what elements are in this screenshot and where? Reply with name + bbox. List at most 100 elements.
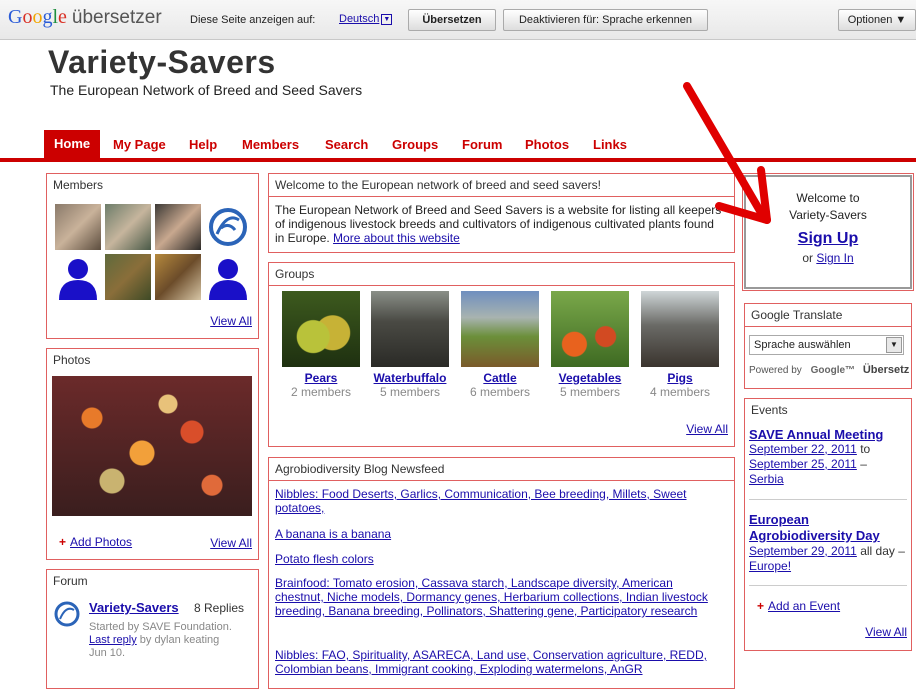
forum-last-reply: Last reply by dylan keating (89, 634, 219, 646)
forum-topic-link[interactable]: Variety-Savers (89, 600, 179, 615)
group-waterbuffalo[interactable]: Waterbuffalo 5 members (370, 291, 450, 399)
members-view-all-link[interactable]: View All (210, 314, 252, 328)
nav-photos[interactable]: Photos (525, 137, 569, 152)
google-translate-widget: Google Translate Sprache auswählen ▼ Pow… (744, 303, 912, 389)
last-reply-by: by dylan keating (139, 634, 220, 646)
group-name[interactable]: Pigs (640, 371, 720, 385)
add-photos[interactable]: + Add Photos (59, 535, 132, 549)
translate-button[interactable]: Übersetzen (408, 9, 496, 31)
events-box: Events SAVE Annual Meeting September 22,… (744, 398, 912, 651)
jars-photo[interactable] (52, 376, 252, 516)
blog-item[interactable]: Brainfood: Tomato erosion, Cassava starc… (275, 576, 715, 618)
red-arrow-annotation (683, 82, 771, 224)
add-event[interactable]: + Add an Event (757, 599, 840, 613)
nav-links[interactable]: Links (593, 137, 627, 152)
member-avatar[interactable] (155, 204, 201, 250)
group-pigs[interactable]: Pigs 4 members (640, 291, 720, 399)
blog-title: Agrobiodiversity Blog Newsfeed (269, 458, 734, 481)
member-avatar[interactable] (55, 204, 101, 250)
disable-translate-button[interactable]: Deaktivieren für: Sprache erkennen (503, 9, 708, 31)
language-dropdown[interactable]: Deutsch ▼ (339, 13, 393, 25)
default-avatar-icon[interactable] (55, 254, 101, 300)
language-link[interactable]: Deutsch (339, 13, 379, 25)
event-item: European Agrobiodiversity Day September … (749, 512, 909, 574)
waterbuffalo-image[interactable] (371, 291, 449, 367)
events-view-all-link[interactable]: View All (865, 625, 907, 639)
add-photos-link[interactable]: Add Photos (70, 535, 132, 549)
site-tagline: The European Network of Breed and Seed S… (50, 82, 363, 98)
groups-view-all-link[interactable]: View All (686, 422, 728, 436)
event-title-link[interactable]: SAVE Annual Meeting (749, 427, 909, 442)
group-members-count: 4 members (649, 385, 711, 399)
event-divider (749, 585, 907, 586)
add-event-link[interactable]: Add an Event (768, 599, 840, 613)
pigs-image[interactable] (641, 291, 719, 367)
save-foundation-avatar[interactable] (205, 204, 251, 250)
event-start-date[interactable]: September 22, 2011 (749, 442, 857, 456)
save-logo-icon (209, 208, 247, 246)
view-page-in-label: Diese Seite anzeigen auf: (190, 14, 316, 26)
event-to-text: to (860, 442, 871, 456)
google-logo-text: Google™ (810, 365, 856, 376)
vegetables-image[interactable] (551, 291, 629, 367)
member-avatar[interactable] (105, 254, 151, 300)
events-title: Events (751, 403, 788, 417)
blog-item[interactable]: Potato flesh colors (275, 552, 715, 566)
more-about-link[interactable]: More about this website (333, 231, 460, 245)
event-item: SAVE Annual Meeting September 22, 2011 t… (749, 427, 909, 487)
blog-item[interactable]: Nibbles: Food Deserts, Garlics, Communic… (275, 487, 715, 515)
forum-date: Jun 10. (89, 647, 126, 659)
member-avatar[interactable] (155, 254, 201, 300)
group-members-count: 2 members (290, 385, 352, 399)
default-avatar-icon[interactable] (205, 254, 251, 300)
event-location-link[interactable]: Serbia (749, 472, 784, 486)
nav-groups[interactable]: Groups (392, 137, 438, 152)
google-translate-logo: Google übersetzer (8, 6, 162, 28)
nav-members[interactable]: Members (242, 137, 299, 152)
select-arrow-icon[interactable]: ▼ (886, 337, 902, 353)
sign-in-link[interactable]: Sign In (816, 251, 853, 265)
group-members-count: 5 members (379, 385, 441, 399)
forum-started-by: Started by SAVE Foundation. (89, 621, 232, 633)
nav-home[interactable]: Home (44, 130, 101, 158)
photos-view-all-link[interactable]: View All (210, 536, 252, 550)
language-select-value: Sprache auswählen (754, 339, 851, 351)
nav-help[interactable]: Help (189, 137, 217, 152)
nav-forum[interactable]: Forum (462, 137, 502, 152)
group-name[interactable]: Vegetables (550, 371, 630, 385)
forum-title: Forum (53, 574, 88, 588)
members-box: Members View All (46, 173, 259, 339)
translate-text[interactable]: Übersetz (863, 364, 909, 376)
group-cattle[interactable]: Cattle 6 members (460, 291, 540, 399)
powered-by-row: Powered by Google™ Übersetz (749, 364, 909, 376)
group-pears[interactable]: Pears 2 members (281, 291, 361, 399)
language-select[interactable]: Sprache auswählen ▼ (749, 335, 904, 355)
group-name[interactable]: Cattle (460, 371, 540, 385)
nav-search[interactable]: Search (325, 137, 368, 152)
sign-in-row: or Sign In (746, 251, 910, 265)
welcome-title: Welcome to the European network of breed… (269, 174, 734, 197)
welcome-body: The European Network of Breed and Seed S… (275, 203, 725, 245)
google-translate-title: Google Translate (745, 304, 911, 327)
last-reply-link[interactable]: Last reply (89, 634, 137, 646)
blog-item[interactable]: A banana is a banana (275, 527, 715, 541)
plus-icon: + (757, 599, 765, 613)
pears-image[interactable] (282, 291, 360, 367)
nav-my-page[interactable]: My Page (113, 137, 166, 152)
blog-item[interactable]: Nibbles: FAO, Spirituality, ASARECA, Lan… (275, 648, 715, 676)
or-text: or (802, 251, 813, 265)
group-name[interactable]: Pears (281, 371, 361, 385)
member-avatar[interactable] (105, 204, 151, 250)
event-divider (749, 499, 907, 500)
options-button[interactable]: Optionen ▼ (838, 9, 916, 31)
groups-box: Groups Pears 2 members Waterbuffalo 5 me… (268, 262, 735, 447)
site-title: Variety-Savers (48, 44, 276, 80)
event-location-link[interactable]: Europe! (749, 559, 791, 573)
event-end-date[interactable]: September 25, 2011 (749, 457, 857, 471)
group-vegetables[interactable]: Vegetables 5 members (550, 291, 630, 399)
cattle-image[interactable] (461, 291, 539, 367)
group-name[interactable]: Waterbuffalo (370, 371, 450, 385)
event-title-link[interactable]: European Agrobiodiversity Day (749, 512, 909, 544)
event-start-date[interactable]: September 29, 2011 (749, 544, 857, 558)
dropdown-arrow-icon[interactable]: ▼ (381, 13, 393, 25)
